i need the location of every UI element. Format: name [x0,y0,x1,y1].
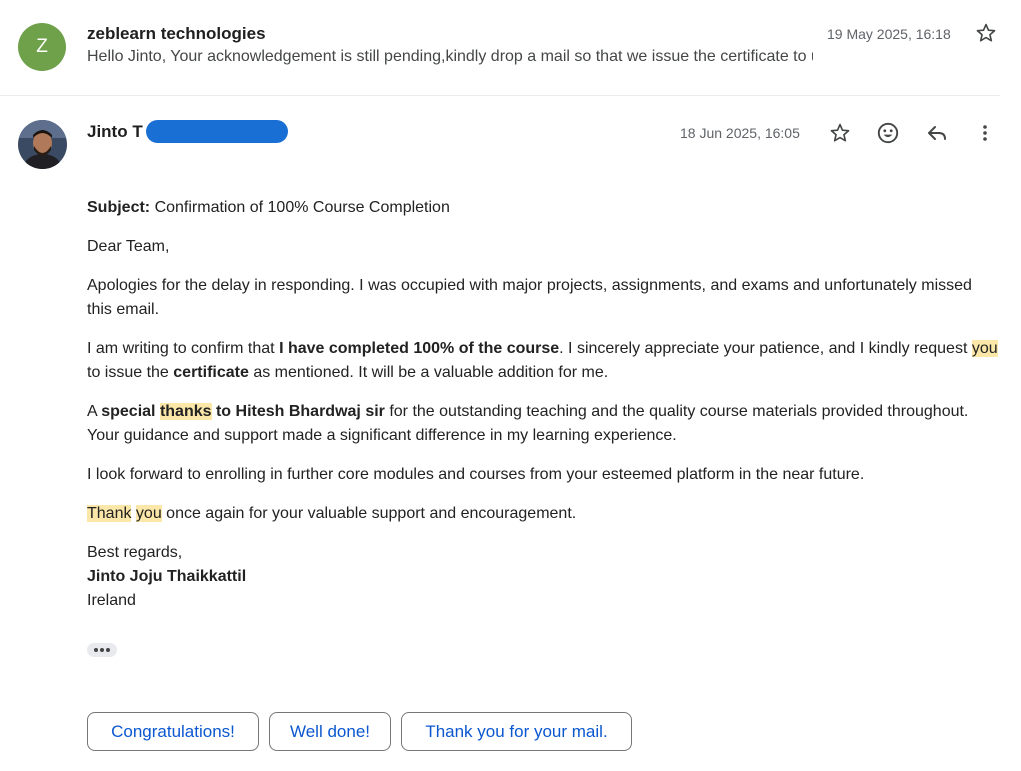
closing: Best regards, [87,544,183,561]
subject-text: Confirmation of 100% Course Completion [154,199,450,216]
paragraph-closing-thanks: Thank you once again for your valuable s… [87,505,577,522]
sender-avatar: Z [18,23,66,71]
search-highlight: Thank [87,505,132,522]
paragraph-confirmation: I am writing to confirm that I have comp… [87,340,998,381]
signature-name: Jinto Joju Thaikkattil [87,568,247,585]
show-trimmed-content-button[interactable] [87,643,117,657]
subject-label: Subject: [87,199,151,216]
paragraph-future: I look forward to enrolling in further c… [87,466,865,483]
signature-location: Ireland [87,592,136,609]
signature: Best regards, Jinto Joju Thaikkattil Ire… [87,541,999,613]
message-body: Subject: Confirmation of 100% Course Com… [87,196,999,613]
collapsed-message[interactable]: Z zeblearn technologies Hello Jinto, You… [0,0,1000,96]
emoji-icon[interactable] [875,120,901,146]
star-icon[interactable] [827,120,853,146]
search-highlight: you [971,340,998,357]
smart-reply-congratulations[interactable]: Congratulations! [87,712,259,751]
sender-avatar-photo [18,120,67,169]
redacted-email [146,120,288,143]
message-date: 19 May 2025, 16:18 [827,26,951,42]
star-icon[interactable] [975,22,997,44]
sender-name: Jinto T [87,122,143,141]
greeting: Dear Team, [87,238,170,255]
smart-reply-thank-you[interactable]: Thank you for your mail. [401,712,632,751]
sender-name: zeblearn technologies [87,24,266,43]
search-highlight: you [135,505,162,522]
paragraph-apology: Apologies for the delay in responding. I… [87,277,972,318]
reply-icon[interactable] [924,120,950,146]
subject-line: Subject: Confirmation of 100% Course Com… [87,196,999,220]
message-date: 18 Jun 2025, 16:05 [680,125,800,141]
search-highlight: thanks [159,403,212,420]
more-vert-icon[interactable] [972,120,998,146]
message-snippet: Hello Jinto, Your acknowledgement is sti… [87,48,813,65]
paragraph-thanks: A special thanks to Hitesh Bhardwaj sir … [87,403,969,444]
smart-reply-well-done[interactable]: Well done! [269,712,391,751]
